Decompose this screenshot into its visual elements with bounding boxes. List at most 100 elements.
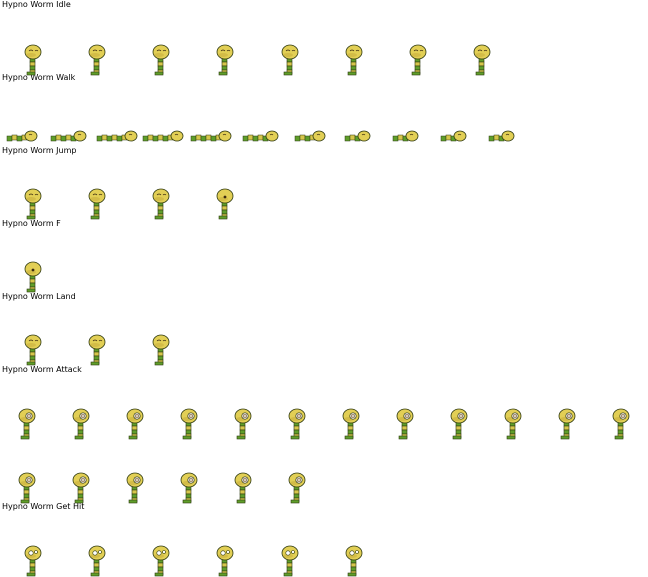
sprite-frame-attack-6 [284,408,314,440]
sprite-frame-jump-2 [84,188,114,220]
sprite-frame-fall-1 [20,261,50,293]
hypno-worm-sprite [612,408,630,440]
hypno-worm-sprite [216,44,234,76]
hypno-worm-sprite [344,130,371,142]
hypno-worm-sprite [88,188,106,220]
sprite-frame-attack2-4 [176,472,206,504]
hypno-worm-sprite [504,408,522,440]
hypno-worm-sprite [345,545,363,577]
hypno-worm-sprite [126,408,144,440]
hypno-worm-sprite [234,408,252,440]
sprite-frame-land-1 [20,334,50,366]
hypno-worm-sprite [96,130,138,142]
hypno-worm-sprite [24,261,42,293]
hypno-worm-sprite [88,545,106,577]
sprite-frame-jump-1 [20,188,50,220]
hypno-worm-sprite [190,130,232,142]
hypno-worm-sprite [281,44,299,76]
sprite-frame-walk-3 [96,128,138,144]
hypno-worm-sprite [558,408,576,440]
hypno-worm-sprite [152,188,170,220]
sprite-frame-walk-5 [190,128,232,144]
hypno-worm-sprite [294,130,326,142]
hypno-worm-sprite [281,545,299,577]
sprite-frame-attack-4 [176,408,206,440]
label-land: Hypno Worm Land [2,292,77,301]
hypno-worm-sprite [18,408,36,440]
label-idle: Hypno Worm Idle [2,0,72,9]
hypno-worm-sprite [142,130,184,142]
hypno-worm-sprite [72,408,90,440]
sprite-frame-walk-9 [392,128,419,144]
hypno-worm-sprite [216,545,234,577]
sprite-frame-attack-3 [122,408,152,440]
sprite-frame-land-3 [148,334,178,366]
hypno-worm-sprite [216,188,234,220]
hypno-worm-sprite [342,408,360,440]
sprite-frame-walk-6 [242,128,280,144]
sprite-frame-jump-4 [212,188,242,220]
label-fall: Hypno Worm F [2,219,62,228]
hypno-worm-sprite [24,545,42,577]
sprite-frame-hit-2 [84,545,114,577]
sprite-frame-attack2-6 [284,472,314,504]
hypno-worm-sprite [152,44,170,76]
sprite-frame-attack-2 [68,408,98,440]
sprite-frame-hit-5 [277,545,307,577]
hypno-worm-sprite [152,545,170,577]
sprite-frame-idle-4 [212,44,242,76]
sprite-frame-walk-10 [440,128,467,144]
hypno-worm-sprite [24,334,42,366]
sprite-frame-walk-1 [6,128,40,144]
sprite-frame-attack-7 [338,408,368,440]
hypno-worm-sprite [288,408,306,440]
sprite-frame-walk-7 [294,128,326,144]
sprite-frame-attack2-2 [68,472,98,504]
label-jump: Hypno Worm Jump [2,146,78,155]
sprite-frame-attack-9 [446,408,476,440]
hypno-worm-sprite [473,44,491,76]
hypno-worm-sprite [345,44,363,76]
sprite-frame-attack-5 [230,408,260,440]
sprite-frame-attack2-5 [230,472,260,504]
hypno-worm-sprite [126,472,144,504]
hypno-worm-sprite [234,472,252,504]
sprite-frame-hit-3 [148,545,178,577]
sprite-frame-hit-4 [212,545,242,577]
sprite-frame-idle-3 [148,44,178,76]
sprite-frame-attack-1 [14,408,44,440]
hypno-worm-sprite [24,44,42,76]
sprite-frame-attack-10 [500,408,530,440]
hypno-worm-sprite [288,472,306,504]
sprite-frame-idle-7 [405,44,435,76]
sprite-sheet: Hypno Worm Idle Hypno Worm Walk Hypno Wo… [0,0,648,577]
sprite-frame-idle-5 [277,44,307,76]
sprite-frame-hit-1 [20,545,50,577]
sprite-frame-walk-11 [488,128,515,144]
hypno-worm-sprite [72,472,90,504]
sprite-frame-idle-2 [84,44,114,76]
hypno-worm-sprite [242,130,279,142]
hypno-worm-sprite [88,44,106,76]
sprite-frame-attack-8 [392,408,422,440]
hypno-worm-sprite [152,334,170,366]
sprite-frame-idle-1 [20,44,50,76]
sprite-frame-idle-8 [469,44,499,76]
sprite-frame-walk-4 [142,128,186,144]
hypno-worm-sprite [88,334,106,366]
hypno-worm-sprite [180,472,198,504]
sprite-frame-attack-11 [554,408,584,440]
sprite-frame-land-2 [84,334,114,366]
hypno-worm-sprite [440,130,467,142]
sprite-frame-attack2-3 [122,472,152,504]
sprite-frame-walk-2 [50,128,88,144]
hypno-worm-sprite [180,408,198,440]
hypno-worm-sprite [409,44,427,76]
hypno-worm-sprite [450,408,468,440]
hypno-worm-sprite [392,130,419,142]
sprite-frame-idle-6 [341,44,371,76]
sprite-frame-jump-3 [148,188,178,220]
hypno-worm-sprite [18,472,36,504]
sprite-frame-hit-6 [341,545,371,577]
label-attack: Hypno Worm Attack [2,365,83,374]
